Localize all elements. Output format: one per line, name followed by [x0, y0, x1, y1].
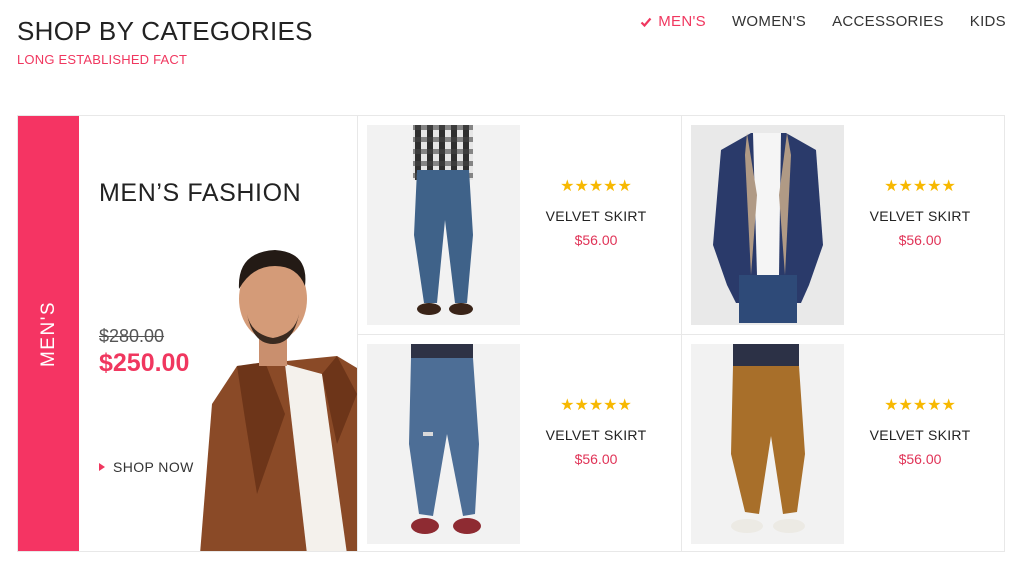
product-name[interactable]: VELVET SKIRT [528, 208, 664, 224]
rating-stars: ★★★★★ [560, 397, 632, 414]
tab-mens-label: MEN'S [658, 13, 706, 30]
product-grid: ★★★★★ VELVET SKIRT $56.00 ★★★★★ VELVET S… [357, 116, 1005, 552]
rating-stars: ★★★★★ [560, 178, 632, 195]
product-price: $56.00 [574, 232, 618, 248]
product-info: ★★★★★ VELVET SKIRT $56.00 [852, 395, 988, 467]
category-side-label: MEN'S [37, 300, 59, 367]
tab-womens[interactable]: WOMEN'S [732, 13, 806, 30]
caret-right-icon [99, 463, 105, 471]
product-image-ripped-jeans [367, 344, 520, 544]
tab-kids[interactable]: KIDS [970, 13, 1006, 30]
product-image-khaki-joggers [691, 344, 844, 544]
shop-now-link[interactable]: SHOP NOW [99, 459, 194, 475]
tab-accessories-label: ACCESSORIES [832, 13, 944, 30]
category-side-bar: MEN'S [18, 116, 79, 551]
rating-stars: ★★★★★ [884, 397, 956, 414]
product-card[interactable]: ★★★★★ VELVET SKIRT $56.00 [681, 334, 1005, 552]
product-name[interactable]: VELVET SKIRT [528, 427, 664, 443]
tab-kids-label: KIDS [969, 13, 1006, 30]
shop-now-label: SHOP NOW [113, 459, 194, 475]
category-panel: MEN'S MEN’S FASHION $280.00 $250.00 SHOP… [17, 115, 1005, 552]
tab-mens[interactable]: MEN'S [640, 13, 706, 30]
tab-womens-label: WOMEN'S [731, 13, 807, 30]
product-info: ★★★★★ VELVET SKIRT $56.00 [528, 395, 664, 467]
product-price: $56.00 [898, 451, 942, 467]
featured-new-price: $250.00 [99, 349, 190, 377]
product-name[interactable]: VELVET SKIRT [852, 208, 988, 224]
tab-accessories[interactable]: ACCESSORIES [832, 13, 944, 30]
featured-banner[interactable]: MEN’S FASHION $280.00 $250.00 SHOP NOW [79, 116, 357, 551]
page-subtitle: LONG ESTABLISHED FACT [17, 52, 188, 67]
page-title: SHOP BY CATEGORIES [17, 16, 313, 46]
product-price: $56.00 [574, 451, 618, 467]
rating-stars: ★★★★★ [884, 178, 956, 195]
check-icon [640, 17, 652, 27]
product-card[interactable]: ★★★★★ VELVET SKIRT $56.00 [357, 334, 681, 552]
featured-old-price: $280.00 [99, 326, 165, 346]
product-image-navy-coat [691, 125, 844, 325]
category-tabs: MEN'S WOMEN'S ACCESSORIES KIDS [640, 13, 1006, 30]
model-leather-jacket-image [200, 250, 357, 551]
product-name[interactable]: VELVET SKIRT [852, 427, 988, 443]
product-card[interactable]: ★★★★★ VELVET SKIRT $56.00 [681, 116, 1005, 334]
featured-title: MEN’S FASHION [99, 179, 302, 207]
product-image-jeans-plaid-shirt [367, 125, 520, 325]
product-info: ★★★★★ VELVET SKIRT $56.00 [528, 176, 664, 248]
product-price: $56.00 [898, 232, 942, 248]
product-info: ★★★★★ VELVET SKIRT $56.00 [852, 176, 988, 248]
product-card[interactable]: ★★★★★ VELVET SKIRT $56.00 [357, 116, 681, 334]
